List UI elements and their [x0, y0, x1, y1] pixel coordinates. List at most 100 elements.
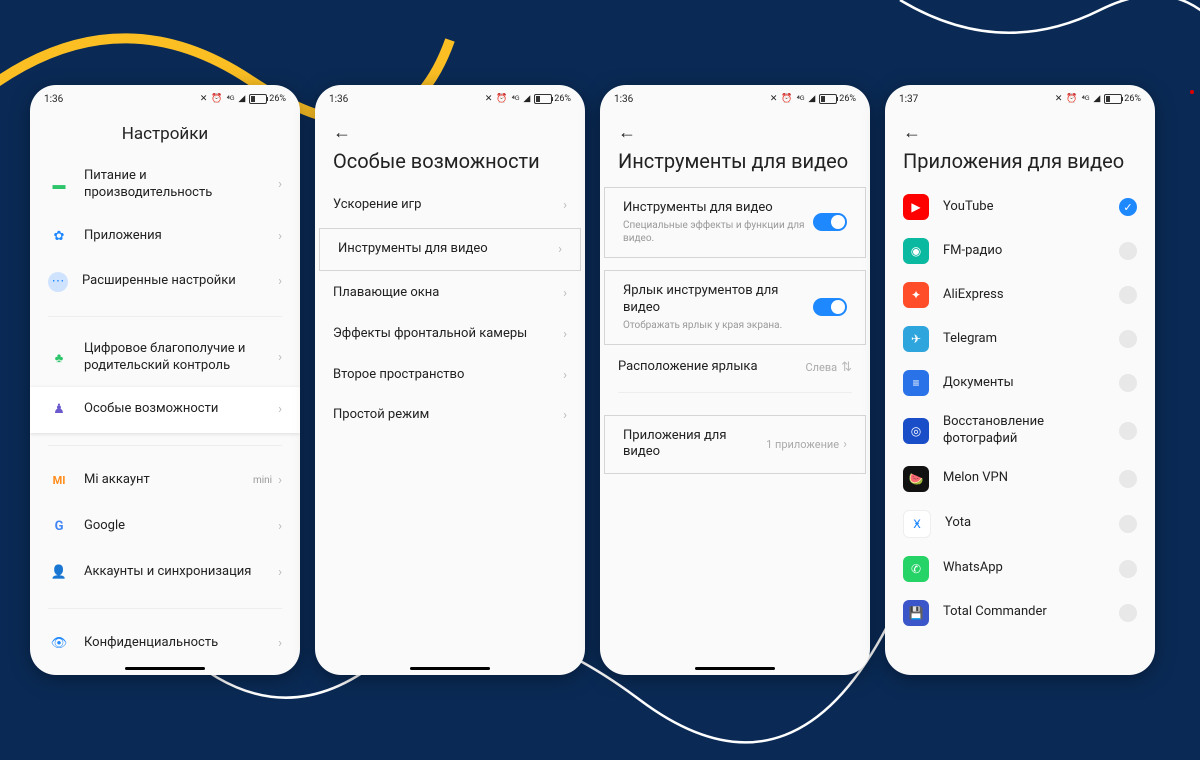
unchecked-icon[interactable]: [1119, 604, 1137, 622]
chevron-right-icon: ›: [278, 402, 282, 417]
status-icons: ✕⏰⁴ᴳ◢ 26%: [770, 94, 856, 105]
chevron-right-icon: ›: [563, 198, 567, 213]
chevron-right-icon: ›: [278, 473, 282, 488]
row-subtitle: Специальные эффекты и функции для видео.: [623, 219, 813, 245]
checked-icon[interactable]: ✓: [1119, 198, 1137, 216]
settings-row-special[interactable]: ♟ Особые возможности ›: [30, 387, 300, 433]
sync-icon: 👤: [48, 562, 70, 584]
video-tools-shortcut-toggle-row[interactable]: Ярлык инструментов для видео Отображать …: [604, 270, 866, 345]
settings-row-mi-account[interactable]: MI Mi аккаунт mini ›: [30, 458, 300, 504]
settings-row-accounts-sync[interactable]: 👤 Аккаунты и синхронизация ›: [30, 550, 300, 596]
google-icon: G: [48, 516, 70, 538]
toggle-switch[interactable]: [813, 213, 847, 231]
settings-row-google[interactable]: G Google ›: [30, 504, 300, 550]
app-row-documents[interactable]: ≡ Документы: [885, 361, 1155, 405]
aliexpress-icon: ✦: [903, 282, 929, 308]
chevron-right-icon: ›: [278, 519, 282, 534]
special-row-game-boost[interactable]: Ускорение игр ›: [315, 185, 585, 226]
app-count: 1 приложение: [766, 438, 839, 451]
back-button[interactable]: ←: [618, 122, 636, 143]
phone-video-tools: 1:36 ✕⏰⁴ᴳ◢ 26% ← Инструменты для видео И…: [600, 85, 870, 675]
status-icons: ✕⏰⁴ᴳ◢ 26%: [485, 94, 571, 105]
app-row-total-commander[interactable]: 💾 Total Commander: [885, 591, 1155, 635]
apps-icon: ✿: [48, 226, 70, 248]
back-button[interactable]: ←: [903, 122, 921, 143]
back-button[interactable]: ←: [333, 122, 351, 143]
video-apps-row[interactable]: Приложения для видео 1 приложение ›: [604, 415, 866, 475]
status-bar: 1:36 ✕⏰⁴ᴳ◢ 26%: [30, 85, 300, 110]
shortcut-position-row[interactable]: Расположение ярлыка Слева ⇅: [600, 347, 870, 388]
app-row-yota[interactable]: Ӿ Yota: [885, 501, 1155, 547]
settings-row-privacy[interactable]: 👁 Конфиденциальность ›: [30, 621, 300, 667]
youtube-icon: ▶: [903, 194, 929, 220]
page-title: Настройки: [48, 124, 282, 144]
special-row-video-tools[interactable]: Инструменты для видео ›: [319, 228, 581, 271]
unchecked-icon[interactable]: [1119, 515, 1137, 533]
unchecked-icon[interactable]: [1119, 286, 1137, 304]
status-time: 1:36: [44, 94, 63, 105]
app-row-whatsapp[interactable]: ✆ WhatsApp: [885, 547, 1155, 591]
unchecked-icon[interactable]: [1119, 374, 1137, 392]
app-row-fmradio[interactable]: ◉ FM-радио: [885, 229, 1155, 273]
header: Настройки: [30, 110, 300, 156]
row-label: Инструменты для видео: [623, 200, 813, 217]
phone-settings: 1:36 ✕⏰⁴ᴳ◢ 26% Настройки ▬ Питание и про…: [30, 85, 300, 675]
chevron-right-icon: ›: [563, 408, 567, 423]
chevron-right-icon: ›: [278, 274, 282, 289]
phone-special-features: 1:36 ✕⏰⁴ᴳ◢ 26% ← Особые возможности Уско…: [315, 85, 585, 675]
fmradio-icon: ◉: [903, 238, 929, 264]
settings-row-apps[interactable]: ✿ Приложения ›: [30, 214, 300, 260]
toggle-switch[interactable]: [813, 298, 847, 316]
chevron-right-icon: ›: [563, 368, 567, 383]
unchecked-icon[interactable]: [1119, 470, 1137, 488]
status-time: 1:36: [329, 94, 348, 105]
header: ← Особые возможности: [315, 110, 585, 185]
chevron-right-icon: ›: [278, 565, 282, 580]
unchecked-icon[interactable]: [1119, 560, 1137, 578]
unchecked-icon[interactable]: [1119, 330, 1137, 348]
home-indicator[interactable]: [695, 667, 775, 670]
chevron-right-icon: ›: [843, 437, 847, 452]
header: ← Инструменты для видео: [600, 110, 870, 185]
app-row-youtube[interactable]: ▶ YouTube ✓: [885, 185, 1155, 229]
special-row-simple-mode[interactable]: Простой режим ›: [315, 395, 585, 436]
unchecked-icon[interactable]: [1119, 422, 1137, 440]
chevron-updown-icon: ⇅: [841, 360, 852, 375]
chevron-right-icon: ›: [278, 350, 282, 365]
app-row-photo-recovery[interactable]: ◎ Восстановление фотографий: [885, 405, 1155, 457]
app-row-aliexpress[interactable]: ✦ AliExpress: [885, 273, 1155, 317]
status-icons: ✕⏰⁴ᴳ◢ 26%: [1055, 94, 1141, 105]
special-row-floating-windows[interactable]: Плавающие окна ›: [315, 273, 585, 314]
status-bar: 1:36 ✕⏰⁴ᴳ◢ 26%: [600, 85, 870, 110]
battery-icon: ▬: [48, 174, 70, 196]
app-row-telegram[interactable]: ✈ Telegram: [885, 317, 1155, 361]
chevron-right-icon: ›: [563, 286, 567, 301]
page-title: Особые возможности: [333, 149, 567, 173]
melon-vpn-icon: 🍉: [903, 466, 929, 492]
settings-row-power[interactable]: ▬ Питание и производительность ›: [30, 156, 300, 214]
unchecked-icon[interactable]: [1119, 242, 1137, 260]
select-value: Слева: [805, 361, 837, 374]
app-row-melon-vpn[interactable]: 🍉 Melon VPN: [885, 457, 1155, 501]
settings-row-wellbeing[interactable]: ♣ Цифровое благополучие и родительский к…: [30, 329, 300, 387]
status-icons: ✕⏰⁴ᴳ◢ 26%: [200, 94, 286, 105]
row-subtitle: Отображать ярлык у края экрана.: [623, 319, 813, 332]
status-bar: 1:37 ✕⏰⁴ᴳ◢ 26%: [885, 85, 1155, 110]
special-row-front-camera-effects[interactable]: Эффекты фронтальной камеры ›: [315, 314, 585, 355]
mi-icon: MI: [48, 470, 70, 492]
status-time: 1:37: [899, 94, 918, 105]
page-title: Инструменты для видео: [618, 149, 852, 173]
row-label: Ярлык инструментов для видео: [623, 283, 813, 317]
total-commander-icon: 💾: [903, 600, 929, 626]
video-tools-toggle-row[interactable]: Инструменты для видео Специальные эффект…: [604, 187, 866, 258]
account-name: mini: [253, 475, 272, 486]
chevron-right-icon: ›: [278, 177, 282, 192]
settings-row-advanced[interactable]: ⋯ Расширенные настройки ›: [30, 260, 300, 304]
telegram-icon: ✈: [903, 326, 929, 352]
chevron-right-icon: ›: [278, 229, 282, 244]
home-indicator[interactable]: [410, 667, 490, 670]
special-row-second-space[interactable]: Второе пространство ›: [315, 355, 585, 396]
home-indicator[interactable]: [125, 667, 205, 670]
photo-recovery-icon: ◎: [903, 418, 929, 444]
status-bar: 1:36 ✕⏰⁴ᴳ◢ 26%: [315, 85, 585, 110]
